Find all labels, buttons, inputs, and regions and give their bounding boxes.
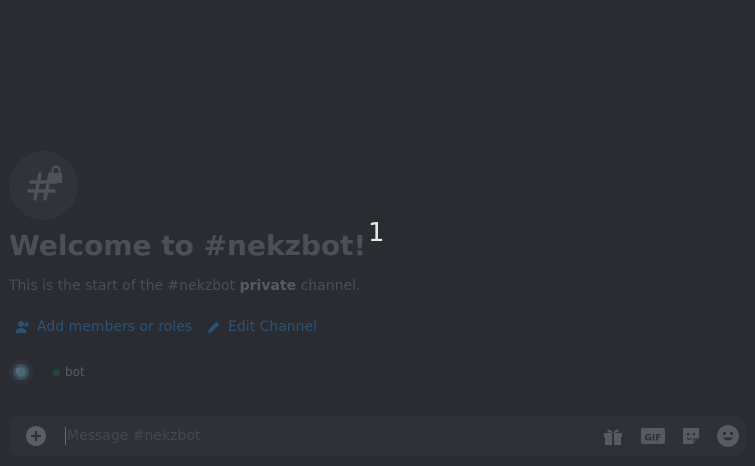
gif-icon[interactable]: GIF xyxy=(641,424,665,448)
add-attachment-icon[interactable] xyxy=(26,426,46,446)
member-name: bot xyxy=(65,365,85,379)
person-add-icon xyxy=(15,321,29,333)
text-caret xyxy=(65,427,66,445)
message-composer: GIF xyxy=(10,416,745,456)
pencil-icon xyxy=(207,321,220,333)
add-members-button[interactable]: Add members or roles xyxy=(14,317,192,337)
avatar xyxy=(9,360,33,384)
hashtag-lock-icon xyxy=(27,165,62,201)
message-input[interactable] xyxy=(67,416,587,456)
emoji-icon[interactable] xyxy=(716,424,740,448)
edit-channel-label: Edit Channel xyxy=(228,319,318,335)
channel-icon-badge xyxy=(9,151,78,220)
channel-intro-text: This is the start of the #nekzbot privat… xyxy=(9,276,360,296)
bot-avatar-icon xyxy=(13,364,29,380)
edit-channel-button[interactable]: Edit Channel xyxy=(206,317,317,337)
add-members-label: Add members or roles xyxy=(37,319,193,335)
sticker-icon[interactable] xyxy=(679,424,703,448)
online-status-dot xyxy=(53,368,60,376)
intro-private-label: private xyxy=(239,278,297,294)
intro-prefix: This is the start of the #nekzbot xyxy=(9,278,240,294)
gift-icon[interactable] xyxy=(601,424,625,448)
gif-label: GIF xyxy=(645,434,662,444)
welcome-title: Welcome to #nekzbot! xyxy=(9,229,367,262)
intro-suffix: channel. xyxy=(296,278,361,294)
overlay-number: 1 xyxy=(368,218,385,248)
member-row[interactable]: bot xyxy=(9,360,85,384)
